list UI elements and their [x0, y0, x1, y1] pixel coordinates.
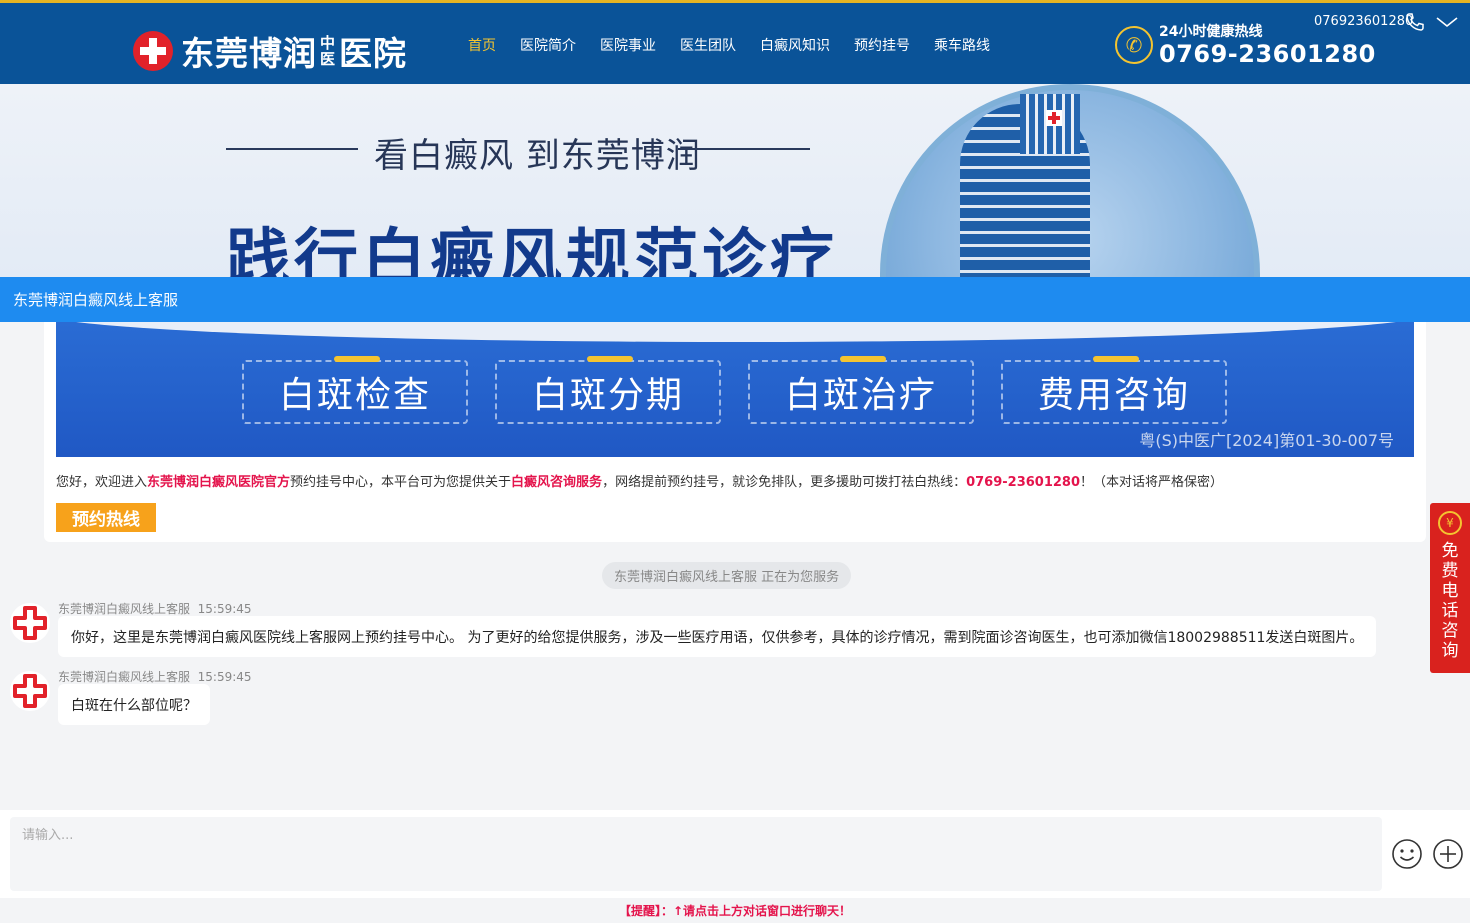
phone-svg — [1406, 13, 1424, 31]
welcome-text-3: ，网络提前预约挂号，就诊免排队，更多援助可拨打祛白热线： — [602, 475, 967, 490]
welcome-highlight-1: 东莞博润白癜风医院官方 — [147, 475, 291, 490]
coin-icon: ¥ — [1438, 511, 1462, 535]
plus-icon — [1433, 839, 1463, 869]
welcome-message: 您好，欢迎进入东莞博润白癜风医院官方预约挂号中心，本平台可为您提供关于白癜风咨询… — [56, 471, 1223, 490]
service-label: 白斑检查 — [278, 375, 431, 416]
services-banner: 白斑检查 白斑分期 白斑治疗 费用咨询 粤(S)中医广[2024]第01-30-… — [56, 322, 1414, 457]
red-cross-icon — [13, 606, 47, 640]
nav-appointment[interactable]: 预约挂号 — [842, 35, 922, 55]
service-status-pill: 东莞博润白癜风线上客服 正在为您服务 — [602, 562, 852, 589]
emoji-button[interactable] — [1391, 838, 1423, 870]
nav-route[interactable]: 乘车路线 — [922, 35, 1002, 55]
logo-main: 东莞博润 — [181, 34, 317, 73]
hotline[interactable]: ✆ 24小时健康热线 0769-23601280 — [1115, 23, 1376, 67]
logo-text: 东莞博润 中 医 医院 — [181, 27, 407, 75]
chevron-down-icon[interactable] — [1436, 11, 1458, 33]
service-cost-button[interactable]: 费用咨询 — [1001, 356, 1227, 424]
red-cross-icon — [133, 31, 173, 71]
banner-line-left — [226, 148, 358, 150]
main-nav: 首页 医院简介 医院事业 医生团队 白癜风知识 预约挂号 乘车路线 — [456, 3, 1002, 87]
ad-license-number: 粤(S)中医广[2024]第01-30-007号 — [1139, 431, 1394, 450]
phone-icon[interactable] — [1405, 12, 1425, 37]
logo-sub: 中 医 — [320, 35, 336, 67]
hospital-logo[interactable]: 东莞博润 中 医 医院 — [133, 27, 407, 75]
service-bar — [1093, 356, 1139, 362]
chat-phone-number[interactable]: 076923601280 — [1314, 14, 1413, 29]
chat-header-bar: 东莞博润白癜风线上客服 — [0, 277, 1470, 322]
message-bubble: 白斑在什么部位呢？ — [58, 684, 210, 725]
service-stage-button[interactable]: 白斑分期 — [495, 356, 721, 424]
agent-avatar — [10, 671, 50, 711]
chat-reminder: 【提醒】：↑请点击上方对话窗口进行聊天！ — [0, 898, 1470, 923]
chat-input[interactable] — [10, 817, 1382, 891]
welcome-text-1: 您好，欢迎进入 — [56, 475, 148, 490]
service-label: 白斑治疗 — [784, 375, 937, 416]
add-attachment-button[interactable] — [1432, 838, 1464, 870]
message-sender: 东莞博润白癜风线上客服 — [58, 670, 191, 684]
site-header: 东莞博润 中 医 医院 首页 医院简介 医院事业 医生团队 白癜风知识 预约挂号… — [0, 0, 1470, 84]
logo-sub-bottom: 医 — [320, 50, 337, 68]
welcome-highlight-3: 0769-23601280 — [966, 475, 1081, 490]
welcome-card: 白斑检查 白斑分期 白斑治疗 费用咨询 粤(S)中医广[2024]第01-30-… — [44, 322, 1426, 542]
logo-sub-top: 中 — [320, 34, 337, 52]
hero-banner[interactable]: 看白癜风 到东莞博润 践行白癜风规范诊疗 — [0, 84, 1470, 277]
free-call-float-button[interactable]: ¥ 免费电话咨询 — [1430, 503, 1470, 673]
welcome-text-4: ！（本对话将严格保密） — [1080, 475, 1224, 490]
nav-about[interactable]: 医院简介 — [508, 35, 588, 55]
banner-subtitle: 看白癜风 到东莞博润 — [374, 136, 701, 176]
service-label: 费用咨询 — [1037, 375, 1190, 416]
nav-doctors[interactable]: 医生团队 — [668, 35, 748, 55]
red-cross-icon — [13, 674, 47, 708]
nav-career[interactable]: 医院事业 — [588, 35, 668, 55]
message-bubble: 你好，这里是东莞博润白癜风医院线上客服网上预约挂号中心。 为了更好的给您提供服务… — [58, 616, 1377, 657]
message-sender: 东莞博润白癜风线上客服 — [58, 602, 191, 616]
free-call-label: 免费电话咨询 — [1441, 541, 1459, 661]
service-bar — [840, 356, 886, 362]
message-meta: 东莞博润白癜风线上客服 15:59:45 — [58, 600, 252, 617]
building-cross-icon — [1046, 110, 1062, 126]
service-treatment-button[interactable]: 白斑治疗 — [748, 356, 974, 424]
logo-end: 医院 — [339, 34, 408, 73]
message-time: 15:59:45 — [197, 670, 252, 684]
service-bar — [587, 356, 633, 362]
message-time: 15:59:45 — [197, 602, 252, 616]
service-bar — [334, 356, 380, 362]
chat-title: 东莞博润白癜风线上客服 — [13, 291, 179, 309]
welcome-highlight-2: 白癜风咨询服务 — [511, 475, 603, 490]
phone-icon: ✆ — [1115, 26, 1153, 64]
banner-title: 践行白癜风规范诊疗 — [226, 223, 838, 277]
chevron-svg — [1436, 17, 1458, 28]
smiley-icon — [1392, 839, 1422, 869]
agent-avatar — [10, 603, 50, 643]
banner-line-right — [678, 148, 810, 150]
message-meta: 东莞博润白癜风线上客服 15:59:45 — [58, 668, 252, 685]
banner-arc — [56, 322, 1414, 342]
hotline-text: 24小时健康热线 0769-23601280 — [1159, 23, 1376, 67]
appointment-hotline-button[interactable]: 预约热线 — [56, 503, 156, 532]
nav-knowledge[interactable]: 白癜风知识 — [748, 35, 842, 55]
welcome-text-2: 预约挂号中心，本平台可为您提供关于 — [290, 475, 512, 490]
service-check-button[interactable]: 白斑检查 — [242, 356, 468, 424]
nav-home[interactable]: 首页 — [456, 35, 508, 55]
hotline-number: 0769-23601280 — [1159, 40, 1376, 68]
service-label: 白斑分期 — [531, 375, 684, 416]
chat-input-area — [0, 810, 1470, 898]
